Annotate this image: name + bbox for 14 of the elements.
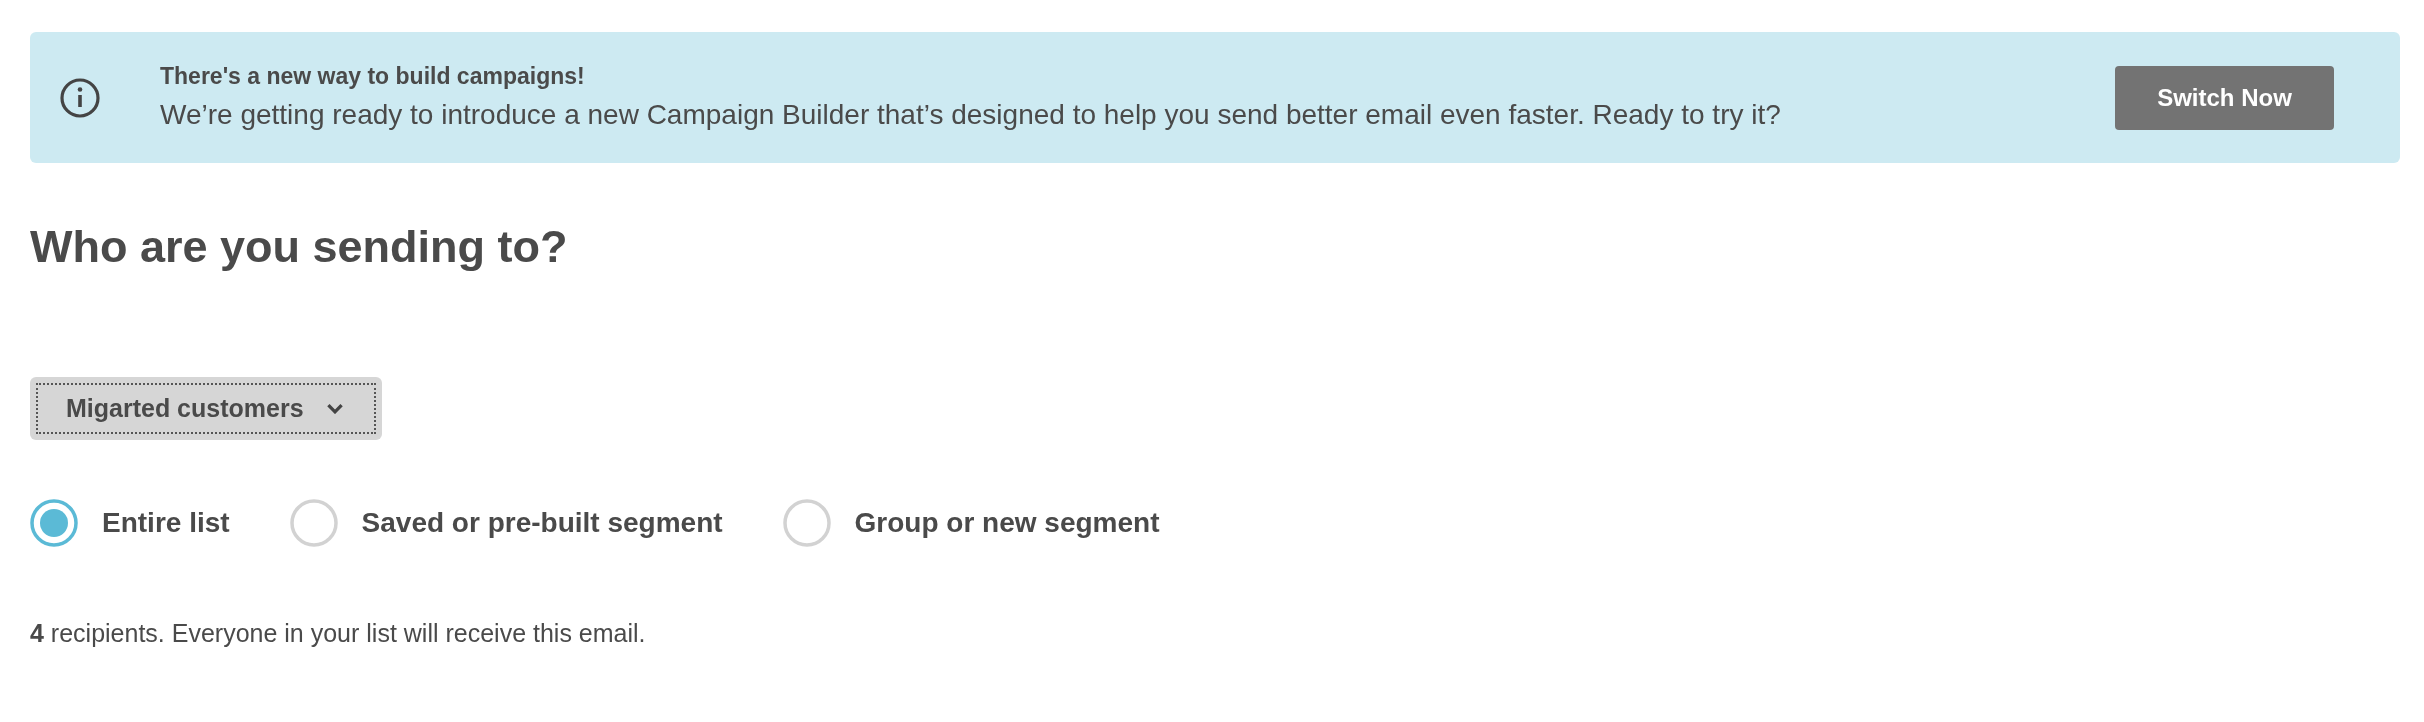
banner-title: There's a new way to build campaigns! (160, 61, 586, 91)
chevron-down-icon (325, 403, 344, 414)
list-dropdown[interactable]: Migarted customers (30, 377, 382, 440)
page-heading: Who are you sending to? (30, 220, 569, 274)
recipients-summary: 4 recipients. Everyone in your list will receive this email. (30, 618, 647, 649)
switch-now-button[interactable]: Switch Now (2115, 65, 2334, 130)
radio-label[interactable]: Saved or pre-built segment (361, 507, 723, 539)
radio-button[interactable] (782, 499, 831, 547)
radio-label[interactable]: Group or new segment (854, 507, 1160, 539)
radio-label[interactable]: Entire list (102, 507, 230, 539)
radio-button[interactable] (30, 499, 78, 547)
info-icon (60, 77, 100, 118)
banner-message: We’re getting ready to introduce a new Campaign Builder that’s designed to help you send better email even faster. Ready to try it? (160, 97, 1782, 132)
radio-button[interactable] (289, 499, 338, 547)
